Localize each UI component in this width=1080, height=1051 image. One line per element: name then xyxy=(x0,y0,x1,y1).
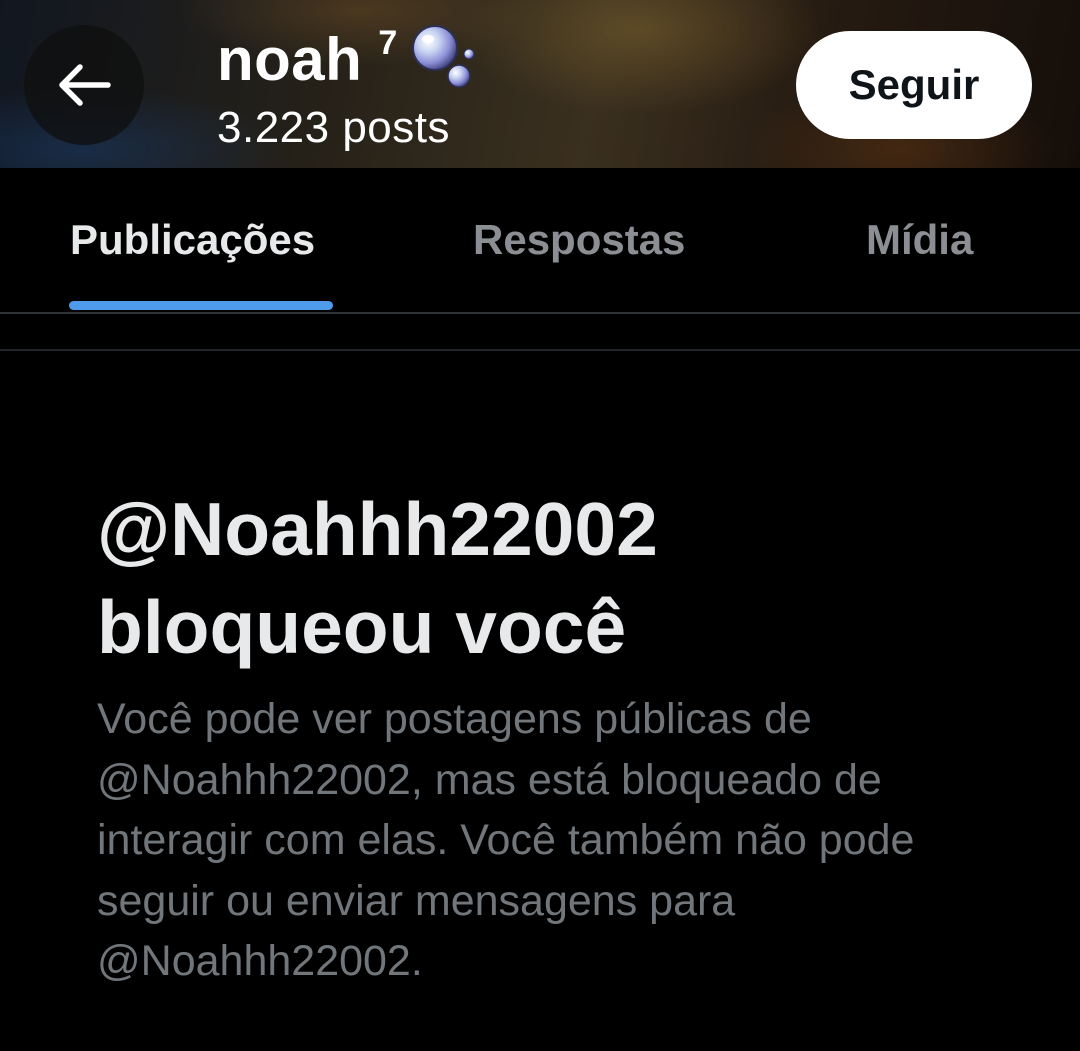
blocked-title: @Noahhh22002 bloqueou você xyxy=(97,487,658,669)
profile-name-superscript: 7 xyxy=(378,24,398,62)
profile-tabs: Publicações Respostas Mídia xyxy=(0,168,1080,314)
back-button[interactable] xyxy=(24,25,144,145)
active-tab-indicator xyxy=(69,301,333,310)
follow-button[interactable]: Seguir xyxy=(796,31,1032,139)
profile-name: noah xyxy=(217,26,363,93)
divider xyxy=(0,349,1080,351)
tab-publicacoes[interactable]: Publicações xyxy=(70,168,315,312)
tab-midia[interactable]: Mídia xyxy=(866,168,973,312)
tab-respostas[interactable]: Respostas xyxy=(473,168,685,312)
post-count: 3.223 posts xyxy=(217,103,450,152)
bubbles-icon xyxy=(412,25,475,88)
profile-title: noah 7 3.223 posts xyxy=(217,24,481,156)
arrow-left-icon xyxy=(59,64,111,106)
blocked-description: Você pode ver postagens públicas de @Noa… xyxy=(97,695,915,985)
